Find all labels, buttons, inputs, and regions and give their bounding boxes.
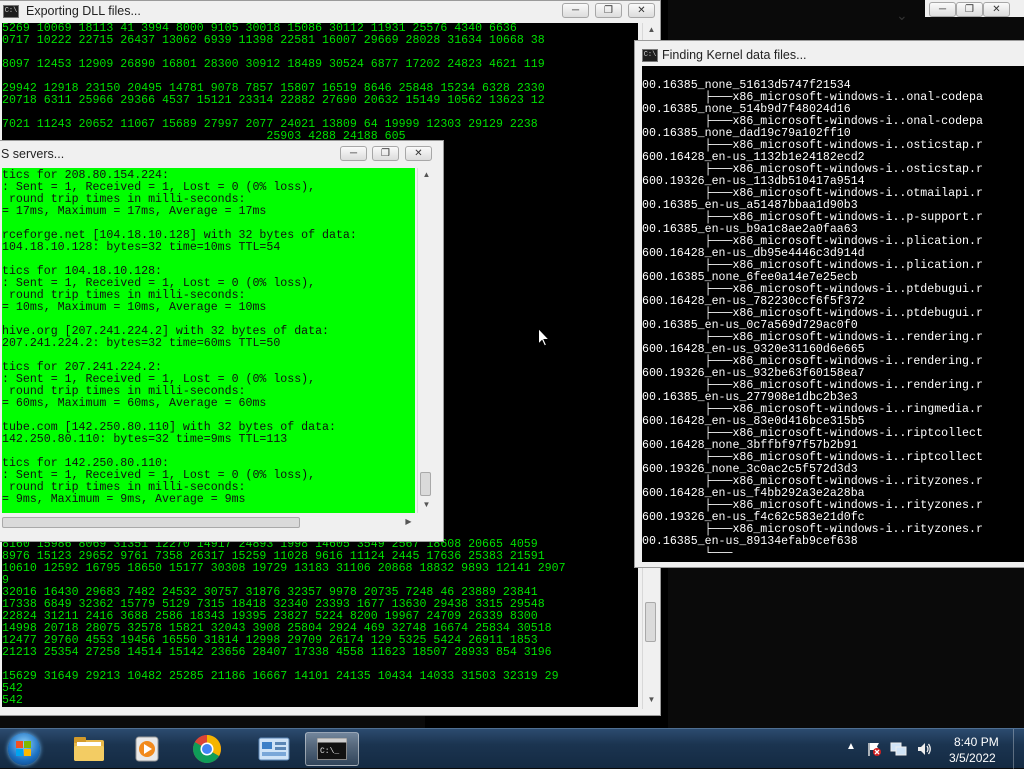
scroll-up-arrow-icon[interactable]: ▲ xyxy=(643,25,660,34)
console-icon: C:\ xyxy=(642,49,658,62)
control-panel-icon xyxy=(258,737,290,761)
dns-window-titlebar[interactable]: S servers... ─ ❐ ✕ xyxy=(0,141,443,163)
volume-icon[interactable] xyxy=(916,741,932,757)
restore-button[interactable]: ❐ xyxy=(595,3,622,18)
start-button[interactable] xyxy=(4,731,44,767)
scrollbar-thumb[interactable] xyxy=(2,517,300,528)
minimize-button[interactable]: ─ xyxy=(562,3,589,18)
svg-text:C:\_: C:\_ xyxy=(320,747,339,756)
taskbar-chrome-button[interactable] xyxy=(180,732,234,766)
close-button[interactable]: ✕ xyxy=(628,3,655,18)
taskbar-control-panel-button[interactable] xyxy=(247,732,301,766)
kernel-console-text: 00.16385_none_51613d5747f21534 ├───x86_m… xyxy=(642,79,983,560)
dns-servers-window[interactable]: S servers... ─ ❐ ✕ tics for 208.80.154.2… xyxy=(0,140,444,542)
media-player-icon xyxy=(135,736,159,762)
dns-horizontal-scrollbar[interactable]: ▶ xyxy=(2,514,415,531)
close-button[interactable]: ✕ xyxy=(405,146,432,161)
chrome-icon xyxy=(193,735,221,763)
cmd-icon: C:\_ xyxy=(317,738,347,760)
system-tray: ▲ xyxy=(840,729,950,769)
dns-console-output: tics for 208.80.154.224: : Sent = 1, Rec… xyxy=(2,168,415,513)
kernel-files-window[interactable]: C:\ Finding Kernel data files... 00.1638… xyxy=(634,40,1024,568)
minimize-button[interactable]: ─ xyxy=(340,146,367,161)
network-icon[interactable] xyxy=(890,741,908,757)
scroll-down-arrow-icon[interactable]: ▼ xyxy=(418,500,435,509)
chevron-down-icon[interactable]: ⌄ xyxy=(896,7,908,24)
dns-console-text: tics for 208.80.154.224: : Sent = 1, Rec… xyxy=(2,169,357,506)
windows-logo-icon xyxy=(16,741,32,757)
scrollbar-thumb[interactable] xyxy=(645,602,656,642)
taskbar-explorer-button[interactable] xyxy=(62,732,116,766)
dll-window-title: Exporting DLL files... xyxy=(26,4,141,18)
console-icon: C:\ xyxy=(3,5,19,18)
scroll-right-arrow-icon[interactable]: ▶ xyxy=(400,517,417,526)
show-desktop-button[interactable] xyxy=(1013,729,1024,769)
kernel-window-title: Finding Kernel data files... xyxy=(662,48,807,62)
close-button[interactable]: ✕ xyxy=(983,2,1010,17)
dll-window-titlebar[interactable]: C:\ Exporting DLL files... ─ ❐ ✕ xyxy=(0,1,660,23)
taskbar-media-player-button[interactable] xyxy=(121,732,175,766)
dns-vertical-scrollbar[interactable]: ▲ ▼ xyxy=(417,168,435,513)
background-window-titlebar: ─ ❐ ✕ xyxy=(925,0,1024,17)
clock-time[interactable]: 8:40 PM xyxy=(954,735,999,749)
folder-icon xyxy=(74,737,104,761)
minimize-button[interactable]: ─ xyxy=(929,2,956,17)
kernel-window-titlebar[interactable]: C:\ Finding Kernel data files... xyxy=(635,41,1024,63)
dns-window-title: S servers... xyxy=(1,147,65,161)
restore-button[interactable]: ❐ xyxy=(372,146,399,161)
kernel-console-output: 00.16385_none_51613d5747f21534 ├───x86_m… xyxy=(642,66,1024,562)
clock-date[interactable]: 3/5/2022 xyxy=(949,751,996,765)
taskbar: C:\_ ▲ 8:40 PM 3/5/2022 xyxy=(0,728,1024,769)
action-center-flag-icon[interactable] xyxy=(866,741,882,757)
scroll-up-arrow-icon[interactable]: ▲ xyxy=(418,170,435,179)
mouse-cursor-icon xyxy=(538,328,550,347)
taskbar-cmd-button[interactable]: C:\_ xyxy=(305,732,359,766)
restore-button[interactable]: ❐ xyxy=(956,2,983,17)
scrollbar-thumb[interactable] xyxy=(420,472,431,496)
show-hidden-icons-icon[interactable]: ▲ xyxy=(846,741,856,752)
scroll-down-arrow-icon[interactable]: ▼ xyxy=(643,695,660,704)
